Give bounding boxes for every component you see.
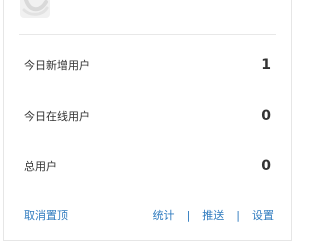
separator: |	[186, 208, 191, 222]
app-thumbnail	[20, 0, 50, 18]
push-link[interactable]: 推送	[202, 207, 224, 223]
header-divider	[19, 34, 276, 35]
placeholder-image-icon	[22, 0, 49, 16]
app-card: 今日新增用户 1 今日在线用户 0 总用户 0 取消置顶 统计 | 推送 | 设…	[3, 0, 292, 241]
stat-row-total-users: 总用户 0	[24, 156, 271, 176]
card-footer: 取消置顶 统计 | 推送 | 设置	[24, 207, 274, 223]
stats-link[interactable]: 统计	[153, 207, 175, 223]
footer-actions: 统计 | 推送 | 设置	[153, 207, 274, 223]
stat-label: 总用户	[24, 160, 57, 173]
separator: |	[236, 208, 240, 222]
stat-value: 0	[261, 158, 271, 174]
unpin-link[interactable]: 取消置顶	[24, 207, 68, 223]
stat-value: 0	[261, 108, 271, 124]
stat-value: 1	[261, 57, 271, 73]
stat-label: 今日在线用户	[24, 110, 90, 123]
stat-row-online-users: 今日在线用户 0	[24, 106, 271, 126]
settings-link[interactable]: 设置	[252, 207, 274, 223]
stat-label: 今日新增用户	[24, 59, 90, 72]
stat-row-new-users: 今日新增用户 1	[24, 55, 271, 75]
